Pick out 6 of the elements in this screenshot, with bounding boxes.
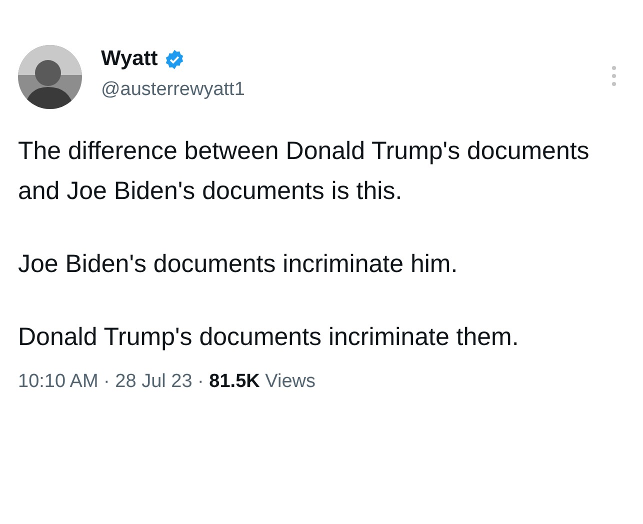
tweet-meta: 10:10 AM · 28 Jul 23 · 81.5K Views bbox=[18, 371, 316, 393]
author-name[interactable]: Wyatt bbox=[101, 47, 158, 71]
tweet-text: Donald Trump's documents incriminate them. bbox=[18, 322, 520, 353]
tweet-text: The difference between Donald Trump's documents and Joe Biden's documents is this. bbox=[18, 136, 590, 207]
author-handle[interactable]: @austerrewyatt1 bbox=[101, 79, 245, 101]
tweet-text: Joe Biden's documents incriminate him. bbox=[18, 249, 459, 280]
